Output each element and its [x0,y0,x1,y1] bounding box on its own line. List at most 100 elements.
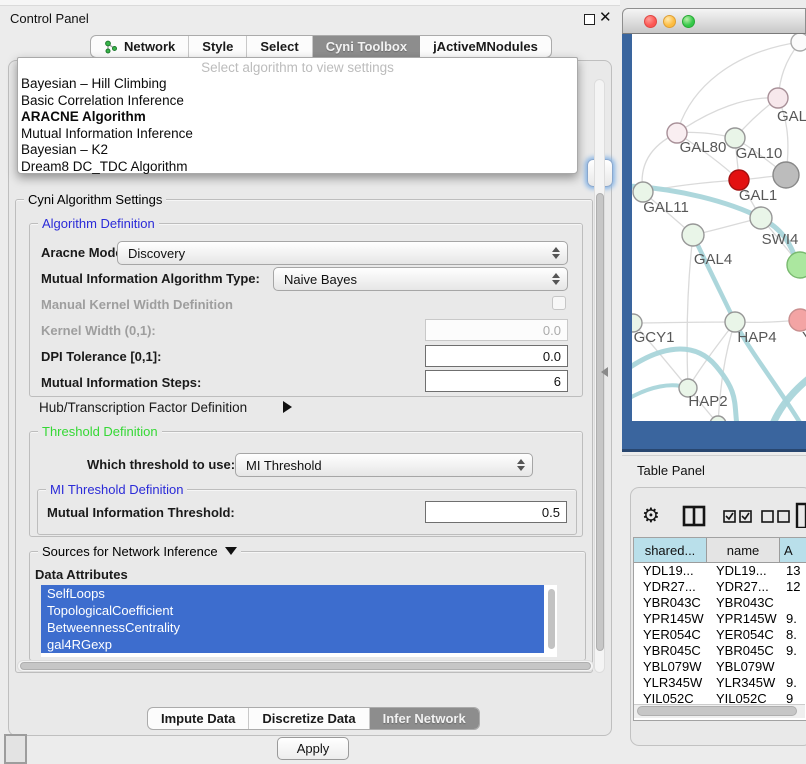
algorithm-dropdown[interactable]: Select algorithm to view settings Bayesi… [17,57,578,174]
mi-threshold-input[interactable] [425,501,567,523]
table-cell: YER054C [634,627,707,643]
hub-section-label[interactable]: Hub/Transcription Factor Definition [39,400,247,415]
attribute-item-gal4rgexp[interactable]: gal4RGexp [41,636,544,653]
table-row[interactable]: YDR27...YDR27...12 [634,579,806,595]
settings-vscrollbar-thumb[interactable] [596,193,604,651]
table-cell [780,595,806,611]
which-threshold-label: Which threshold to use: [87,457,235,472]
unselect-all-checkboxes-icon[interactable] [761,510,791,523]
table-cell: 9. [780,611,806,627]
sources-group-title[interactable]: Sources for Network Inference [38,544,241,559]
attribute-item-betweennesscentrality[interactable]: BetweennessCentrality [41,619,544,636]
tab-select[interactable]: Select [247,36,312,57]
dropdown-item-dream8-dc-tdc-algorithm[interactable]: Dream8 DC_TDC Algorithm [18,159,577,176]
table-cell: YBR043C [707,595,780,611]
table-row[interactable]: YDL19...YDL19...13 [634,563,806,579]
table-row[interactable]: YBL079WYBL079W [634,659,806,675]
expand-arrow-icon[interactable] [283,401,292,413]
dropdown-item-basic-correlation-inference[interactable]: Basic Correlation Inference [18,93,577,110]
bottom-tab-infer-network[interactable]: Infer Network [370,708,479,729]
which-threshold-combobox[interactable]: MI Threshold [235,453,533,477]
bottom-tab-impute-data[interactable]: Impute Data [148,708,249,729]
table-row[interactable]: YBR045CYBR045C9. [634,643,806,659]
zoom-window-button[interactable] [682,15,695,28]
bottom-tab-impute-data-label: Impute Data [161,711,235,726]
dock-panel-icon[interactable] [4,734,27,764]
network-canvas[interactable]: GALGAL80GAL10GAL1GAL11GAL4SWI4GCY1HAP4YH… [632,34,806,421]
table-cell: YBR045C [634,643,707,659]
close-icon[interactable]: ✕ [599,8,612,26]
column-header-shared[interactable]: shared... [634,538,707,563]
network-node-swi4[interactable] [787,252,806,278]
table-row[interactable]: YER054CYER054C8. [634,627,806,643]
bottom-tab-discretize-data[interactable]: Discretize Data [249,708,369,729]
tab-network[interactable]: Network [91,36,189,57]
network-node-y[interactable] [789,309,806,331]
network-node[interactable] [773,162,799,188]
apply-button[interactable]: Apply [277,737,349,760]
dpi-tolerance-input[interactable] [425,345,568,367]
table-cell: YPR145W [634,611,707,627]
table-row[interactable]: YPR145WYPR145W9. [634,611,806,627]
table-row[interactable]: YIL052CYIL052C9 [634,691,806,705]
table-header[interactable]: shared...nameA [634,538,806,563]
dropdown-item-mutual-information-inference[interactable]: Mutual Information Inference [18,126,577,143]
network-edge [687,235,693,388]
new-table-icon[interactable] [795,502,806,528]
kernel-width-input[interactable] [425,319,568,341]
data-attributes-list[interactable]: SelfLoopsTopologicalCoefficientBetweenne… [41,585,557,657]
network-node-label-hap4: HAP4 [737,329,776,346]
network-node[interactable] [791,34,806,51]
manual-kernel-checkbox[interactable] [552,296,566,310]
column-browser-icon[interactable] [682,505,706,527]
tab-jactivemnodules-label: jActiveMNodules [433,39,538,54]
dropdown-item-aracne-algorithm[interactable]: ARACNE Algorithm [18,109,577,126]
network-node[interactable] [750,207,772,229]
tab-style[interactable]: Style [189,36,247,57]
network-node-label-gal10: GAL10 [736,145,783,162]
table-cell: YIL052C [707,691,780,705]
node-table[interactable]: shared...nameA YDL19...YDL19...13YDR27..… [633,537,806,721]
network-node-label-swi4: SWI4 [762,231,799,248]
list-scrollbar-thumb[interactable] [548,589,555,649]
network-window-titlebar[interactable] [622,8,806,34]
dpi-tolerance-label: DPI Tolerance [0,1]: [41,349,161,364]
network-node-label-y: Y [802,329,806,346]
data-attributes-label: Data Attributes [35,567,128,582]
panel-collapse-arrow-icon[interactable] [601,367,608,377]
attribute-item-topologicalcoefficient[interactable]: TopologicalCoefficient [41,602,544,619]
network-node-label-gal80: GAL80 [680,139,727,156]
table-hscrollbar-thumb[interactable] [637,706,797,716]
gear-icon[interactable]: ⚙ [642,503,660,527]
table-cell: 12 [780,579,806,595]
tab-cyni-toolbox[interactable]: Cyni Toolbox [313,36,420,57]
tab-jactivemnodules[interactable]: jActiveMNodules [420,36,551,57]
panel-divider [622,455,806,456]
network-node-gal[interactable] [768,88,788,108]
float-panel-icon[interactable] [584,14,595,25]
table-cell: YBR045C [707,643,780,659]
network-node-gal4[interactable] [682,224,704,246]
column-header-a[interactable]: A [780,538,806,563]
stepper-arrows-icon [547,247,565,259]
minimize-window-button[interactable] [663,15,676,28]
settings-hscrollbar-thumb[interactable] [20,662,591,670]
close-window-button[interactable] [644,15,657,28]
network-node-label-gal11: GAL11 [643,199,689,216]
manual-kernel-label: Manual Kernel Width Definition [41,297,233,312]
aracne-mode-combobox[interactable]: Discovery [117,241,568,265]
network-graph: GALGAL80GAL10GAL1GAL11GAL4SWI4GCY1HAP4YH… [632,34,806,421]
network-node-label-gal: GAL [777,108,806,125]
mi-algorithm-type-combobox[interactable]: Naive Bayes [273,267,568,291]
dropdown-item-bayesian-k2[interactable]: Bayesian – K2 [18,142,577,159]
table-rows[interactable]: YDL19...YDL19...13YDR27...YDR27...12YBR0… [634,563,806,705]
column-header-name[interactable]: name [707,538,780,563]
table-cell: 9. [780,675,806,691]
attribute-item-selfloops[interactable]: SelfLoops [41,585,544,602]
dropdown-item-bayesian-hill-climbing[interactable]: Bayesian – Hill Climbing [18,76,577,93]
table-cell [780,659,806,675]
select-all-checkboxes-icon[interactable] [723,510,753,523]
table-row[interactable]: YBR043CYBR043C [634,595,806,611]
table-row[interactable]: YLR345WYLR345W9. [634,675,806,691]
mi-steps-input[interactable] [425,370,568,392]
